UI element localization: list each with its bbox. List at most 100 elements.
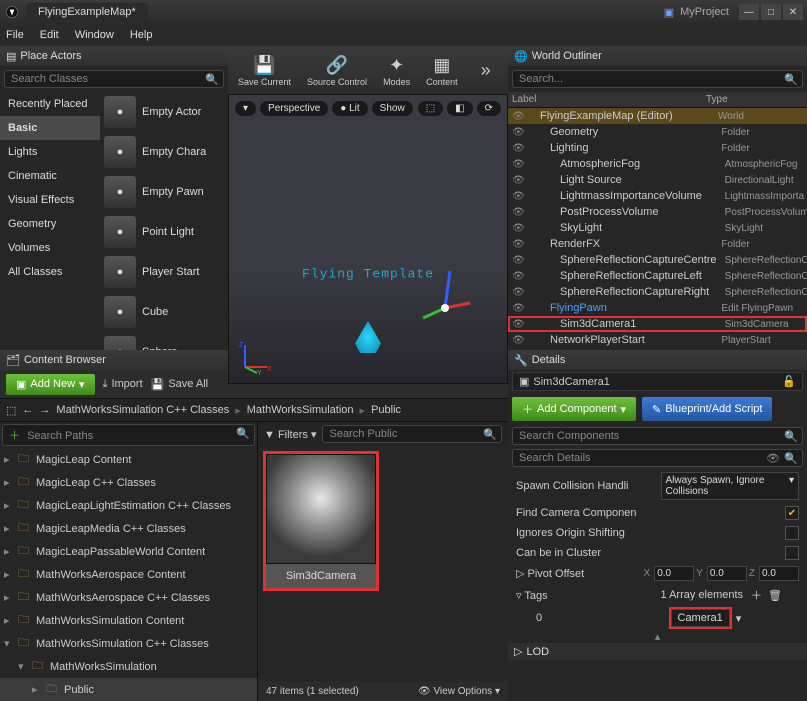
folder-item[interactable]: ▸🗀MathWorksSimulation Content xyxy=(0,609,257,632)
search-paths-input[interactable]: ＋ Search Paths 🔍 xyxy=(2,424,255,446)
disclosure-icon[interactable]: ▸ xyxy=(4,545,14,558)
menu-help[interactable]: Help xyxy=(130,29,153,41)
folder-item[interactable]: ▸🗀Public xyxy=(0,678,257,701)
fwd-icon[interactable]: → xyxy=(39,404,50,416)
toolbar-modes[interactable]: ✦Modes xyxy=(379,51,414,89)
place-category[interactable]: Visual Effects xyxy=(0,188,100,212)
visibility-icon[interactable]: 👁 xyxy=(512,335,526,346)
add-component-button[interactable]: ＋ Add Component ▾ xyxy=(512,397,636,421)
visibility-icon[interactable]: 👁 xyxy=(512,303,526,314)
place-category[interactable]: Volumes xyxy=(0,236,100,260)
outliner-row[interactable]: 👁PostProcessVolumePostProcessVolum xyxy=(508,204,807,220)
visibility-icon[interactable]: 👁 xyxy=(512,255,526,266)
place-actor-item[interactable]: ●Player Start xyxy=(100,252,228,292)
disclosure-icon[interactable]: ▸ xyxy=(4,499,14,512)
visibility-icon[interactable]: 👁 xyxy=(512,239,526,250)
actor-name-field[interactable]: ▣ Sim3dCamera1 🔓 xyxy=(512,372,803,391)
folder-item[interactable]: ▸🗀MagicLeapLightEstimation C++ Classes xyxy=(0,494,257,517)
outliner-row[interactable]: 👁SphereReflectionCaptureCentreSphereRefl… xyxy=(508,252,807,268)
disclosure-icon[interactable]: ▾ xyxy=(18,660,28,673)
level-viewport[interactable]: ▾ Perspective ● Lit Show ⬚ ◧ ⟳ Flying Te… xyxy=(228,94,508,384)
back-icon[interactable]: ← xyxy=(22,404,33,416)
disclosure-icon[interactable]: ▸ xyxy=(4,476,14,489)
visibility-icon[interactable]: 👁 xyxy=(512,143,526,154)
place-actor-item[interactable]: ●Cube xyxy=(100,292,228,332)
content-view-options[interactable]: 👁 View Options ▾ xyxy=(418,686,500,697)
axis-gizmo-icon[interactable] xyxy=(415,263,475,323)
search-classes-input[interactable]: Search Classes 🔍 xyxy=(4,70,224,88)
place-category[interactable]: Recently Placed xyxy=(0,92,100,116)
visibility-icon[interactable]: 👁 xyxy=(512,287,526,298)
clear-tags-icon[interactable]: 🗑 xyxy=(768,589,782,602)
visibility-icon[interactable]: 👁 xyxy=(512,159,526,170)
disclosure-icon[interactable]: ▾ xyxy=(4,637,14,650)
folder-item[interactable]: ▾🗀MathWorksSimulation C++ Classes xyxy=(0,632,257,655)
place-actor-item[interactable]: ●Point Light xyxy=(100,212,228,252)
outliner-row[interactable]: 👁NetworkPlayerStartPlayerStart xyxy=(508,332,807,348)
outliner-row[interactable]: 👁SphereReflectionCaptureLeftSphereReflec… xyxy=(508,268,807,284)
viewport-lit-button[interactable]: ● Lit xyxy=(332,101,367,116)
close-button[interactable]: ✕ xyxy=(783,4,803,20)
level-tab[interactable]: FlyingExampleMap* xyxy=(26,3,148,21)
outliner-row[interactable]: 👁SphereReflectionCaptureRightSphereRefle… xyxy=(508,284,807,300)
folder-item[interactable]: ▸🗀MathWorksAerospace Content xyxy=(0,563,257,586)
outliner-row[interactable]: 👁SkyLightSkyLight xyxy=(508,220,807,236)
viewport-tool-icon[interactable]: ◧ xyxy=(447,101,472,116)
viewport-perspective-button[interactable]: Perspective xyxy=(260,101,328,116)
toolbar-overflow[interactable]: » xyxy=(470,56,502,84)
outliner-row[interactable]: 👁AtmosphericFogAtmosphericFog xyxy=(508,156,807,172)
lod-category[interactable]: ▷ LOD xyxy=(508,643,807,660)
lock-icon[interactable]: 🔓 xyxy=(782,375,796,388)
toolbar-save-current[interactable]: 💾Save Current xyxy=(234,51,295,89)
tag-value-input[interactable]: Camera1 xyxy=(671,609,730,627)
visibility-icon[interactable]: 👁 xyxy=(512,175,526,186)
disclosure-icon[interactable]: ▸ xyxy=(4,522,14,535)
search-components-input[interactable]: Search Components🔍 xyxy=(512,427,803,445)
place-actor-item[interactable]: ●Empty Actor xyxy=(100,92,228,132)
visibility-icon[interactable]: 👁 xyxy=(512,271,526,282)
place-category[interactable]: Cinematic xyxy=(0,164,100,188)
outliner-row[interactable]: 👁RenderFXFolder xyxy=(508,236,807,252)
ignores-origin-checkbox[interactable] xyxy=(785,526,799,540)
folder-tree-toggle[interactable]: ⬚ xyxy=(6,404,16,417)
visibility-icon[interactable]: 👁 xyxy=(512,111,526,122)
outliner-row[interactable]: 👁LightingFolder xyxy=(508,140,807,156)
visibility-icon[interactable]: 👁 xyxy=(512,207,526,218)
visibility-icon[interactable]: 👁 xyxy=(512,191,526,202)
disclosure-icon[interactable]: ▸ xyxy=(4,591,14,604)
pivot-z-input[interactable] xyxy=(759,566,799,581)
toolbar-content[interactable]: ▦Content xyxy=(422,51,462,89)
outliner-row[interactable]: 👁FlyingExampleMap (Editor)World xyxy=(508,108,807,124)
folder-item[interactable]: ▸🗀MagicLeap C++ Classes xyxy=(0,471,257,494)
blueprint-button[interactable]: ✎ Blueprint/Add Script xyxy=(642,397,772,421)
minimize-button[interactable]: — xyxy=(739,4,759,20)
viewport-tool-icon[interactable]: ⟳ xyxy=(477,101,501,116)
outliner-row[interactable]: 👁Sim3dCamera1Sim3dCamera xyxy=(508,316,807,332)
eye-icon[interactable]: 👁 xyxy=(766,452,780,465)
outliner-row[interactable]: 👁LightmassImportanceVolumeLightmassImpor… xyxy=(508,188,807,204)
visibility-icon[interactable]: 👁 xyxy=(512,127,526,138)
place-actor-item[interactable]: ●Empty Pawn xyxy=(100,172,228,212)
outliner-row[interactable]: 👁Light SourceDirectionalLight xyxy=(508,172,807,188)
outliner-row[interactable]: 👁FlyingPawnEdit FlyingPawn xyxy=(508,300,807,316)
save-all-button[interactable]: 💾Save All xyxy=(151,378,208,391)
search-assets-input[interactable]: Search Public🔍 xyxy=(322,425,502,443)
import-button[interactable]: ⤓Import xyxy=(103,378,143,391)
disclosure-icon[interactable]: ▸ xyxy=(4,453,14,466)
cluster-checkbox[interactable] xyxy=(785,546,799,560)
pivot-y-input[interactable] xyxy=(707,566,747,581)
chevron-down-icon[interactable]: ▾ xyxy=(736,612,742,625)
disclosure-icon[interactable]: ▸ xyxy=(4,614,14,627)
outliner-search-input[interactable]: Search... 🔍 xyxy=(512,70,803,88)
breadcrumb-item[interactable]: Public xyxy=(371,404,401,416)
place-actor-item[interactable]: ●Empty Chara xyxy=(100,132,228,172)
outliner-row[interactable]: 👁GeometryFolder xyxy=(508,124,807,140)
add-tag-icon[interactable]: ＋ xyxy=(751,587,762,603)
pivot-x-input[interactable] xyxy=(654,566,694,581)
viewport-show-button[interactable]: Show xyxy=(372,101,413,116)
disclosure-icon[interactable]: ▸ xyxy=(4,568,14,581)
folder-item[interactable]: ▸🗀MathWorksAerospace C++ Classes xyxy=(0,586,257,609)
viewport-tool-icon[interactable]: ⬚ xyxy=(418,101,443,116)
visibility-icon[interactable]: 👁 xyxy=(512,223,526,234)
toolbar-source-control[interactable]: 🔗Source Control xyxy=(303,51,371,89)
